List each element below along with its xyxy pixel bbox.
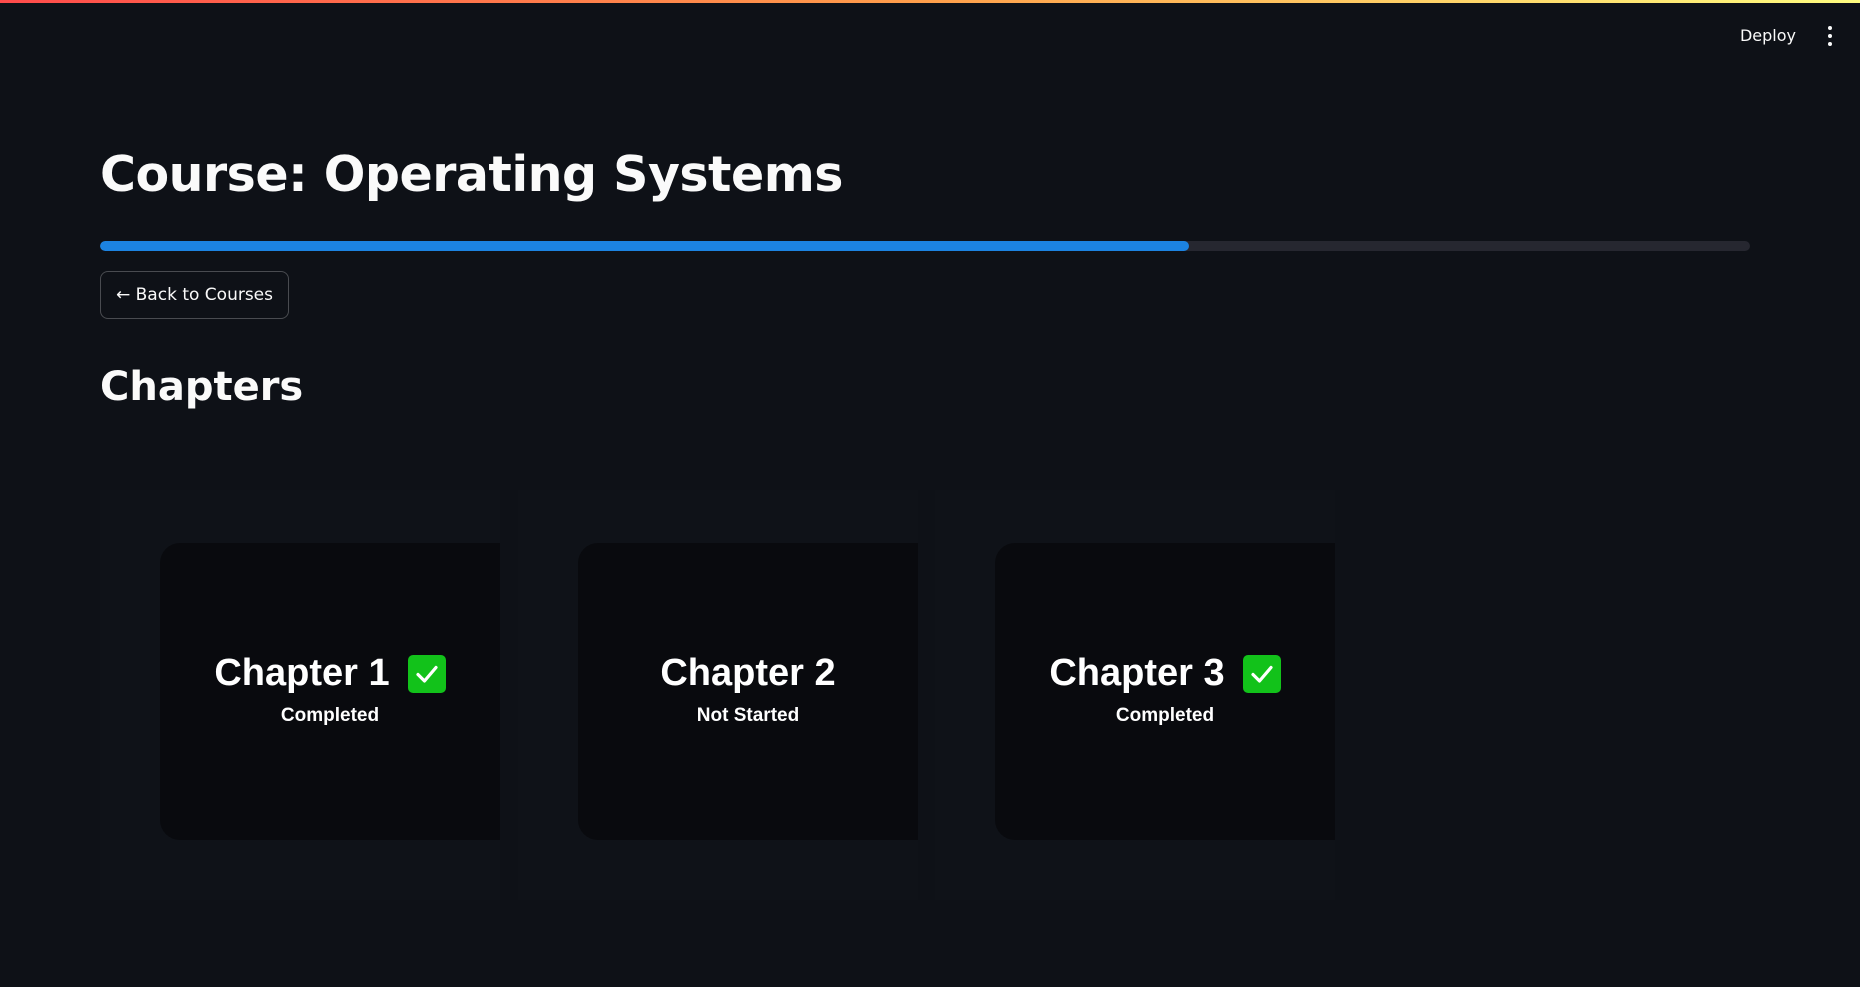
chapter-status: Completed bbox=[280, 705, 380, 726]
chapter-title-row: Chapter 2 bbox=[660, 652, 835, 695]
chapter-title-row: Chapter 1 bbox=[214, 652, 446, 695]
chapter-title: Chapter 2 bbox=[660, 652, 836, 694]
chapter-title: Chapter 3 bbox=[1049, 652, 1225, 694]
chapter-card-3[interactable]: Chapter 3 Completed bbox=[995, 543, 1335, 840]
kebab-menu-icon[interactable] bbox=[1822, 23, 1838, 49]
chapter-card-1[interactable]: Chapter 1 Completed bbox=[160, 543, 500, 840]
deploy-button[interactable]: Deploy bbox=[1736, 20, 1800, 51]
app-toolbar: Deploy bbox=[1736, 20, 1838, 51]
chapter-title: Chapter 1 bbox=[214, 652, 390, 694]
course-progress-bar bbox=[100, 241, 1750, 251]
chapter-card-2[interactable]: Chapter 2 Not Started bbox=[578, 543, 918, 840]
chapter-title-row: Chapter 3 bbox=[1049, 652, 1281, 695]
page-title: Course: Operating Systems bbox=[100, 146, 843, 203]
check-mark-icon bbox=[407, 654, 446, 693]
back-to-courses-button[interactable]: ← Back to Courses bbox=[100, 271, 290, 319]
chapters-heading: Chapters bbox=[100, 364, 304, 410]
course-progress-fill bbox=[100, 241, 1189, 251]
check-mark-icon bbox=[1242, 654, 1281, 693]
chapter-status: Completed bbox=[1115, 705, 1215, 726]
chapter-status: Not Started bbox=[696, 705, 800, 726]
top-accent-bar bbox=[0, 0, 1860, 3]
